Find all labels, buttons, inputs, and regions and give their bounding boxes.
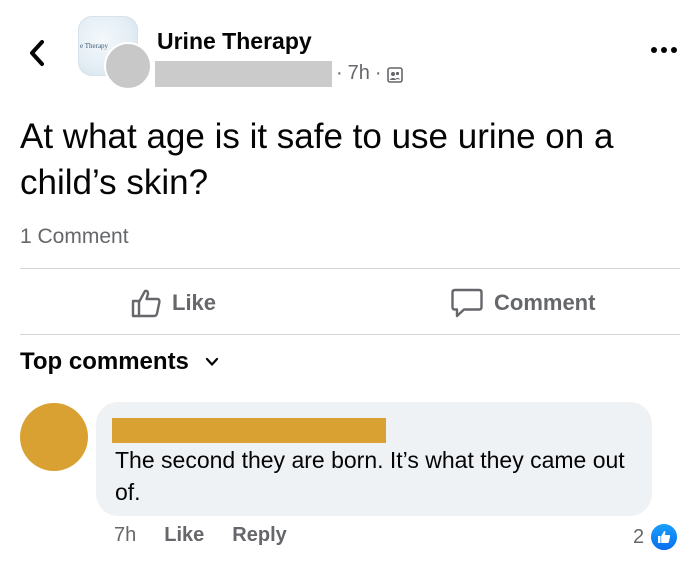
back-button[interactable]	[24, 36, 50, 70]
poster-name-redacted	[155, 61, 332, 87]
group-logo-text: e Therapy	[80, 42, 109, 50]
sort-label: Top comments	[20, 348, 189, 375]
post-meta: · 7h ·	[336, 62, 403, 85]
comment-label: Comment	[494, 290, 596, 315]
comment-sort-selector[interactable]: Top comments	[20, 348, 219, 376]
comment-time: 7h	[114, 524, 137, 546]
chevron-down-icon	[205, 357, 219, 366]
comment-actions: 7h Like Reply	[114, 524, 287, 547]
chevron-left-icon	[30, 40, 44, 66]
comment-count[interactable]: 1 Comment	[20, 225, 129, 249]
more-options-button[interactable]	[644, 40, 684, 60]
post-timestamp[interactable]: 7h	[348, 62, 370, 85]
group-name[interactable]: Urine Therapy	[157, 28, 312, 55]
post-text: At what age is it safe to use urine on a…	[20, 117, 614, 202]
speech-bubble-icon	[451, 288, 483, 318]
reaction-count: 2	[633, 525, 645, 548]
divider-top	[20, 268, 680, 269]
comment-like-button[interactable]: Like	[164, 524, 204, 547]
comment-button[interactable]: Comment	[450, 285, 595, 321]
divider-bottom	[20, 334, 680, 335]
comment-text: The second they are born. It’s what they…	[115, 447, 625, 505]
more-dots-icon	[651, 47, 657, 53]
comment-reply-button[interactable]: Reply	[232, 524, 286, 547]
group-audience-icon	[386, 66, 403, 83]
poster-avatar[interactable]	[104, 42, 152, 90]
like-button[interactable]: Like	[130, 285, 216, 321]
comment-reactions[interactable]: 2	[633, 522, 680, 552]
like-reaction-icon	[649, 522, 680, 552]
meta-separator-2: ·	[374, 62, 382, 84]
thumbs-up-icon	[131, 289, 161, 318]
like-label: Like	[172, 290, 217, 315]
meta-separator: ·	[336, 62, 343, 84]
commenter-name-redacted	[112, 418, 386, 443]
commenter-avatar[interactable]	[20, 403, 88, 471]
